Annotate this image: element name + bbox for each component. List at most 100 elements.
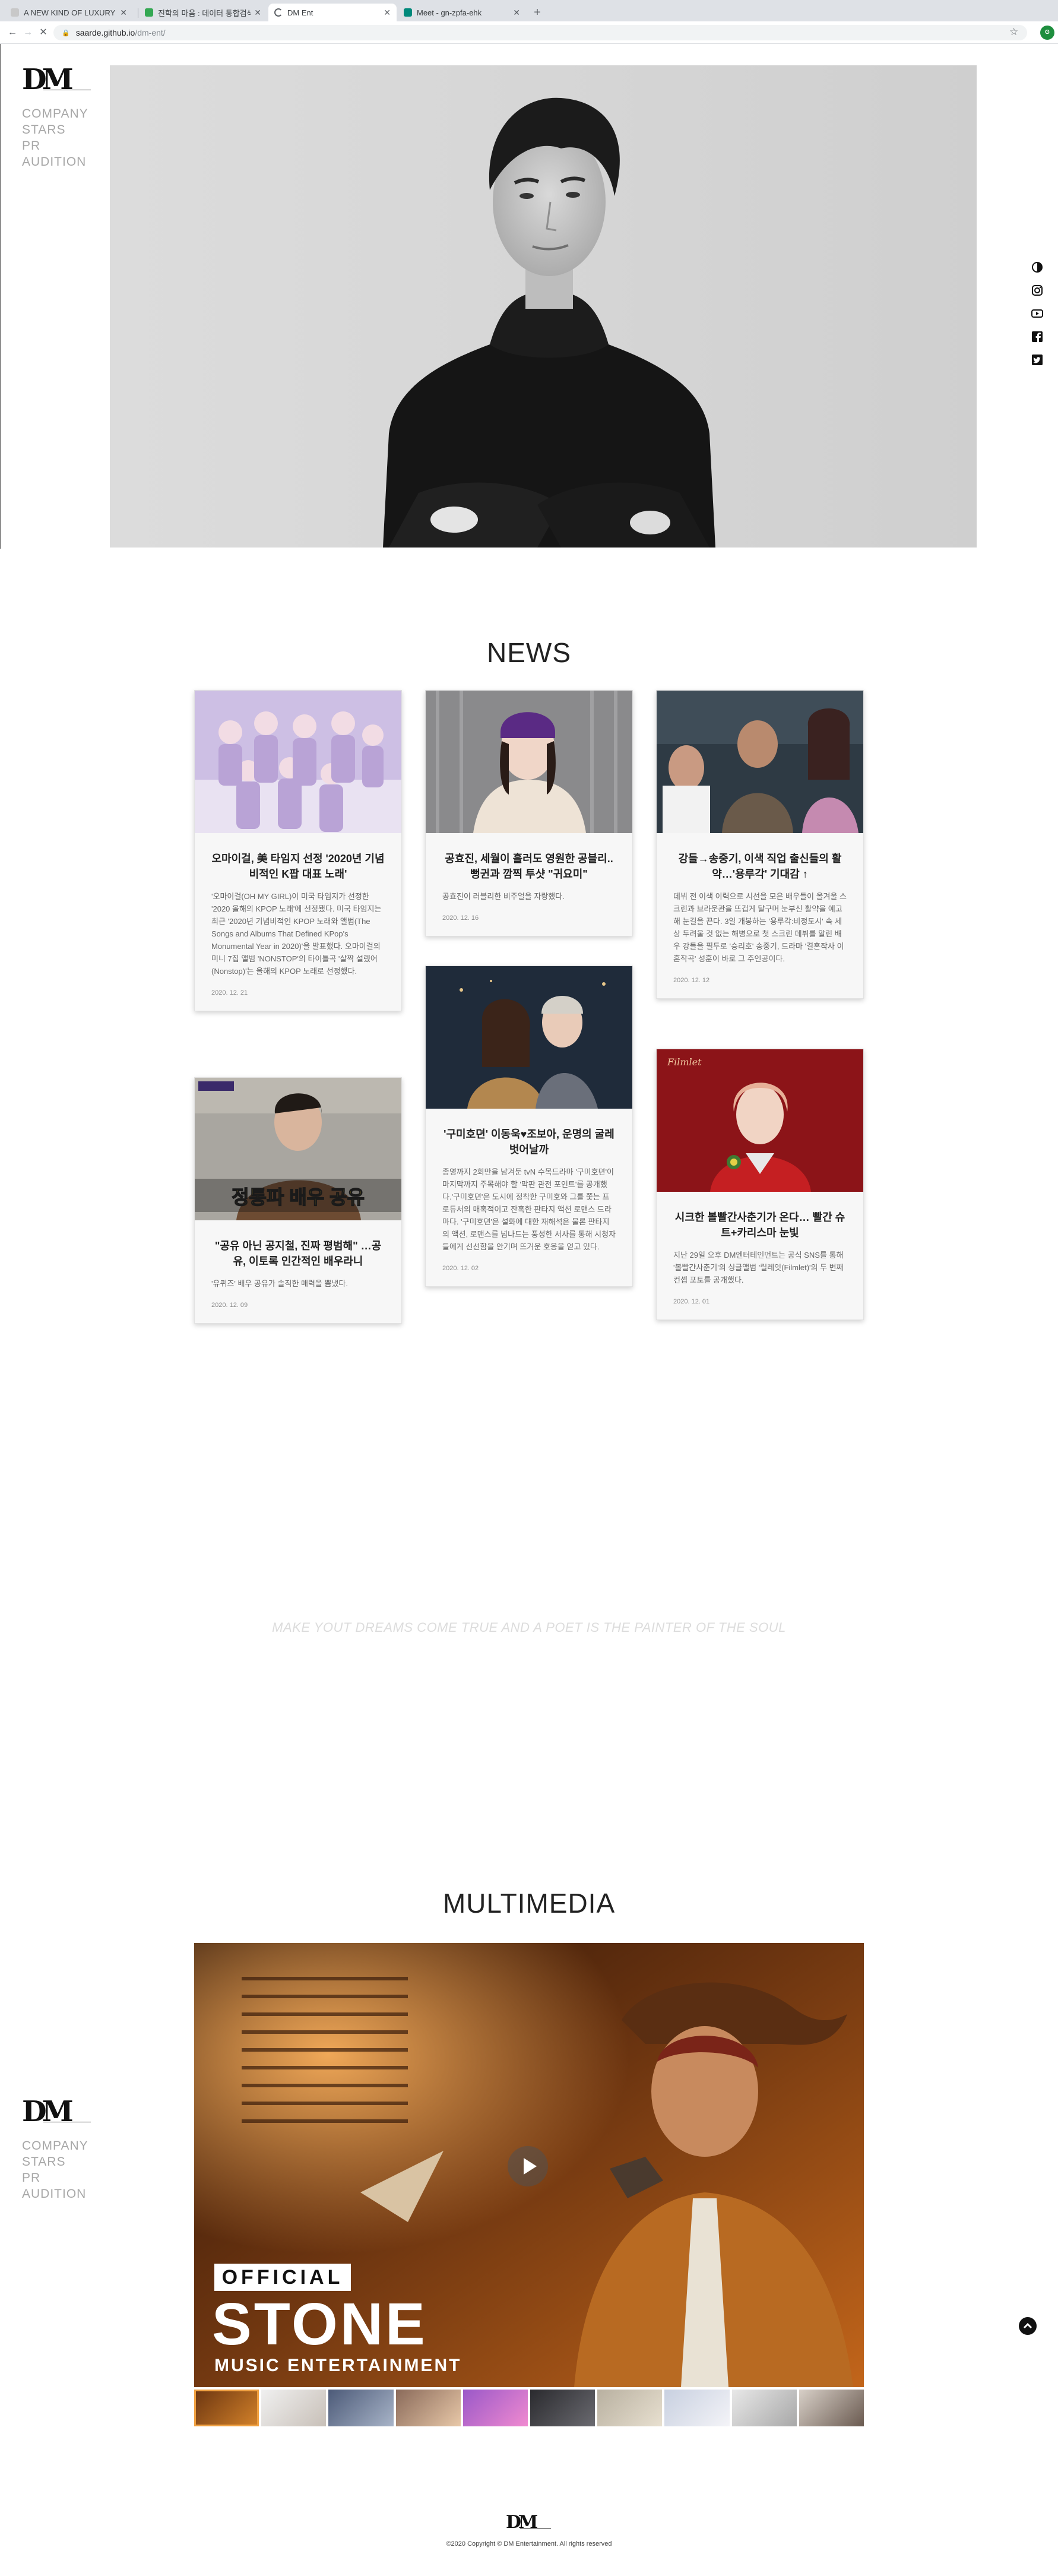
video-thumbnail[interactable] (597, 2390, 663, 2426)
sidebar-nav: COMPANY STARS PR AUDITION (22, 2138, 99, 2202)
news-card-body: 데뷔 전 이색 이력으로 시선을 모은 배우들이 올겨울 스크린과 브라운관을 … (673, 892, 847, 963)
news-thumbnail-image (657, 691, 863, 833)
news-card[interactable]: 오마이걸, 美 타임지 선정 '2020년 기념비적인 K팝 대표 노래' '오… (194, 690, 402, 1011)
video-thumbnail[interactable] (530, 2390, 595, 2426)
news-card-body: '오마이걸(OH MY GIRL)이 미국 타임지가 선정한 '2020 올해의… (211, 892, 382, 976)
news-card-date: 2020. 12. 21 (211, 989, 248, 996)
url-host: saarde.github.io (75, 28, 135, 37)
chevron-up-icon (1023, 2322, 1032, 2329)
social-bar (1031, 261, 1046, 377)
video-thumbnail[interactable] (194, 2390, 259, 2426)
address-bar[interactable]: 🔒 saarde.github.io /dm-ent/ (53, 25, 1027, 40)
video-caption-stone: STONE (212, 2291, 427, 2357)
news-thumbnail-image (195, 691, 401, 833)
facebook-icon[interactable] (1031, 331, 1043, 343)
news-card-body: 지난 29일 오후 DM엔터테인먼트는 공식 SNS를 통해 '볼빨간사춘기'의… (673, 1251, 844, 1284)
favicon-icon (11, 8, 19, 17)
close-icon[interactable]: ✕ (254, 8, 261, 18)
footer-logo-rule (520, 2528, 551, 2529)
sidebar: DM COMPANY STARS PR AUDITION (22, 63, 99, 170)
close-icon[interactable]: ✕ (384, 8, 391, 18)
news-card-title: "공유 아닌 공지철, 진짜 평범해" …공유, 이토록 인간적인 배우라니 (214, 1240, 382, 1267)
sidebar-item-pr[interactable]: PR (22, 138, 99, 154)
video-thumbnail[interactable] (799, 2390, 864, 2426)
copyright-text: ©2020 Copyright © DM Entertainment. All … (446, 2540, 612, 2547)
profile-avatar[interactable]: G (1040, 26, 1054, 40)
news-card[interactable]: '구미호뎐' 이동욱♥조보아, 운명의 굴레 벗어날까 종영까지 2회만을 남겨… (425, 966, 633, 1287)
sidebar-item-pr[interactable]: PR (22, 2170, 99, 2186)
contrast-icon[interactable] (1031, 261, 1043, 273)
news-card-date: 2020. 12. 01 (673, 1298, 710, 1305)
dm-logo[interactable]: DM (22, 63, 93, 99)
news-card-title: 시크한 볼빨간사춘기가 온다… 빨간 슈트+카리스마 눈빛 (674, 1211, 845, 1239)
sidebar-item-company[interactable]: COMPANY (22, 106, 99, 122)
play-button[interactable] (508, 2146, 548, 2186)
news-card-title: '구미호뎐' 이동욱♥조보아, 운명의 굴레 벗어날까 (444, 1128, 614, 1156)
video-thumbnail[interactable] (395, 2390, 461, 2426)
twitter-icon[interactable] (1031, 354, 1043, 366)
sidebar-item-stars[interactable]: STARS (22, 122, 99, 138)
favicon-icon (404, 8, 412, 17)
sidebar-sticky: DM COMPANY STARS PR AUDITION (22, 2095, 99, 2202)
youtube-icon[interactable] (1031, 308, 1043, 319)
back-button[interactable]: ← (6, 26, 19, 39)
news-card[interactable]: 공효진, 세월이 흘러도 영원한 공블리.. 뻥귄과 깜찍 투샷 "귀요미" 공… (425, 690, 633, 936)
news-card-title: 오마이걸, 美 타임지 선정 '2020년 기념비적인 K팝 대표 노래' (211, 853, 385, 880)
news-card-body: '유퀴즈' 배우 공유가 솔직한 매력을 뽐냈다. (211, 1279, 348, 1288)
news-card-title: 강들→송중기, 이색 직업 출신들의 활약…'용루각' 기대감 ↑ (678, 853, 842, 880)
logo-dm-mark: DM (22, 63, 74, 96)
loading-icon (274, 8, 283, 17)
browser-tab[interactable]: Meet - gn-zpfa-ehk ✕ (398, 4, 526, 21)
quote-text: MAKE YOUT DREAMS COME TRUE AND A POET IS… (272, 1620, 786, 1635)
browser-tab-bar: A NEW KIND OF LUXURY ✕ 진학의 마음 : 데이터 통합검색… (0, 0, 1058, 21)
footer-logo: DM (506, 2512, 553, 2536)
video-thumbnail[interactable] (731, 2390, 797, 2426)
dm-logo[interactable]: DM (22, 2095, 93, 2131)
forward-button[interactable]: → (21, 26, 34, 39)
video-thumbnail[interactable] (328, 2390, 394, 2426)
video-thumbnail[interactable] (664, 2390, 730, 2426)
browser-tab[interactable]: A NEW KIND OF LUXURY ✕ (5, 4, 133, 21)
scroll-to-top-button[interactable] (1019, 2317, 1037, 2335)
sidebar-item-audition[interactable]: AUDITION (22, 154, 99, 170)
news-thumbnail-caption: Filmlet (667, 1056, 702, 1068)
news-thumbnail-image (657, 1049, 863, 1192)
video-caption-official: OFFICIAL (221, 2266, 344, 2289)
footer-logo-dm-mark: DM (506, 2512, 538, 2533)
new-tab-button[interactable]: + (530, 5, 545, 20)
logo-dm-mark: DM (22, 2095, 74, 2128)
instagram-icon[interactable] (1031, 284, 1043, 296)
hero-banner (110, 65, 977, 548)
news-card-date: 2020. 12. 09 (211, 1302, 248, 1309)
news-title: NEWS (487, 637, 571, 668)
sidebar-nav: COMPANY STARS PR AUDITION (22, 106, 99, 170)
news-card[interactable]: 강들→송중기, 이색 직업 출신들의 활약…'용루각' 기대감 ↑ 데뷔 전 이… (656, 690, 864, 999)
browser-tab-active[interactable]: DM Ent ✕ (268, 4, 397, 21)
favicon-icon (145, 8, 153, 17)
sidebar-item-company[interactable]: COMPANY (22, 2138, 99, 2154)
news-card[interactable]: 정통파 배우 공유 "공유 아닌 공지철, 진짜 평범해" …공유, 이토록 인… (194, 1077, 402, 1324)
left-border-line (0, 44, 1, 549)
news-card[interactable]: Filmlet 시크한 볼빨간사춘기가 온다… 빨간 슈트+카리스마 눈빛 지난… (656, 1049, 864, 1320)
hero-portrait-image (383, 97, 715, 548)
video-thumbnail[interactable] (463, 2390, 528, 2426)
sidebar-item-stars[interactable]: STARS (22, 2154, 99, 2170)
news-card-title: 공효진, 세월이 흘러도 영원한 공블리.. 뻥귄과 깜찍 투샷 "귀요미" (445, 853, 613, 880)
news-card-body: 종영까지 2회만을 남겨둔 tvN 수목드라마 '구미호뎐'이 마지막까지 주목… (442, 1167, 616, 1251)
news-card-date: 2020. 12. 02 (442, 1265, 479, 1272)
browser-tab[interactable]: 진학의 마음 : 데이터 통합검색 ✕ (139, 4, 267, 21)
video-player[interactable]: OFFICIAL STONE MUSIC ENTERTAINMENT (194, 1943, 864, 2387)
url-path: /dm-ent/ (135, 28, 166, 37)
sidebar-item-audition[interactable]: AUDITION (22, 2186, 99, 2202)
news-thumbnail-image (426, 966, 632, 1109)
close-icon[interactable]: ✕ (120, 8, 127, 18)
video-thumbnail[interactable] (261, 2390, 327, 2426)
video-caption-music-ent: MUSIC ENTERTAINMENT (214, 2356, 462, 2375)
multimedia-title: MULTIMEDIA (442, 1888, 616, 1919)
close-icon[interactable]: ✕ (513, 8, 520, 18)
browser-toolbar: ← → ✕ 🔒 saarde.github.io /dm-ent/ ☆ G (0, 21, 1058, 44)
news-card-date: 2020. 12. 16 (442, 914, 479, 922)
bookmark-star-icon[interactable]: ☆ (1009, 26, 1018, 38)
news-thumbnail-caption: 정통파 배우 공유 (231, 1186, 365, 1208)
stop-loading-button[interactable]: ✕ (37, 26, 50, 39)
